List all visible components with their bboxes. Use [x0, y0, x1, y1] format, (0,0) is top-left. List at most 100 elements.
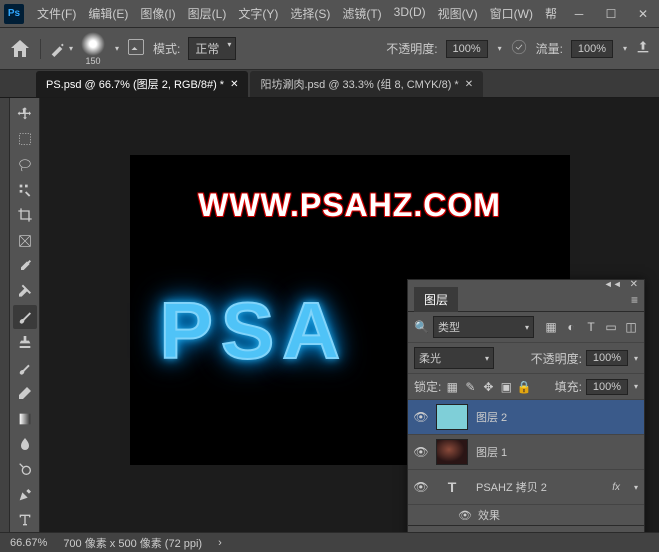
- effects-label: 效果: [478, 507, 500, 523]
- lock-artboard-icon[interactable]: ▣: [499, 380, 513, 394]
- blend-opacity-row: 柔光▾ 不透明度: 100% ▾: [408, 343, 644, 374]
- lock-position-icon[interactable]: ✥: [481, 380, 495, 394]
- close-button[interactable]: ✕: [631, 4, 655, 24]
- menu-help[interactable]: 帮: [540, 2, 562, 25]
- search-icon[interactable]: 🔍: [414, 320, 429, 334]
- main-artwork-text: PSA: [160, 285, 349, 377]
- flow-input[interactable]: 100%: [571, 40, 613, 58]
- layer-row[interactable]: 👁 T PSAHZ 拷贝 2 fx ▾: [408, 470, 644, 505]
- tool-bar: [10, 98, 40, 532]
- layer-opacity-label: 不透明度:: [531, 350, 582, 367]
- collapse-icon[interactable]: ◄◄: [604, 279, 622, 289]
- home-icon[interactable]: [8, 37, 32, 61]
- magic-wand-tool[interactable]: [13, 178, 37, 201]
- close-icon[interactable]: ✕: [465, 79, 473, 90]
- window-controls: ─ ☐ ✕: [567, 4, 655, 24]
- close-icon[interactable]: ✕: [230, 79, 238, 90]
- blend-mode-select[interactable]: 正常▾: [188, 37, 236, 60]
- pressure-opacity-icon[interactable]: [510, 38, 528, 59]
- chevron-down-icon[interactable]: ▾: [634, 382, 638, 391]
- crop-tool[interactable]: [13, 204, 37, 227]
- chevron-down-icon[interactable]: ▾: [115, 44, 119, 53]
- mode-label: 模式:: [153, 40, 180, 57]
- healing-tool[interactable]: [13, 280, 37, 303]
- layer-name[interactable]: PSAHZ 拷贝 2: [476, 479, 604, 495]
- document-dimensions[interactable]: 700 像素 x 500 像素 (72 ppi): [63, 535, 202, 551]
- options-bar: ▾ 150 ▾ 模式: 正常▾ 不透明度: 100% ▾ 流量: 100% ▾: [0, 28, 659, 70]
- visibility-icon[interactable]: 👁: [414, 480, 428, 494]
- tool-preset-icon[interactable]: ▾: [49, 41, 73, 57]
- panel-menu-icon[interactable]: ≡: [631, 293, 638, 307]
- menu-window[interactable]: 窗口(W): [485, 2, 538, 25]
- filter-smart-icon[interactable]: ◫: [624, 320, 638, 334]
- layer-name[interactable]: 图层 1: [476, 444, 638, 460]
- effects-row[interactable]: 👁 效果: [408, 505, 644, 525]
- menu-file[interactable]: 文件(F): [32, 2, 81, 25]
- lock-all-icon[interactable]: 🔒: [517, 380, 531, 394]
- chevron-down-icon[interactable]: ▾: [634, 354, 638, 363]
- blur-tool[interactable]: [13, 432, 37, 455]
- eraser-tool[interactable]: [13, 381, 37, 404]
- collapsed-palette[interactable]: [0, 98, 10, 532]
- tab-active[interactable]: PS.psd @ 66.7% (图层 2, RGB/8#) *✕: [36, 71, 248, 97]
- lasso-tool[interactable]: [13, 153, 37, 176]
- brush-panel-icon[interactable]: [127, 38, 145, 59]
- history-brush-tool[interactable]: [13, 356, 37, 379]
- layer-opacity-input[interactable]: 100%: [586, 350, 628, 366]
- visibility-icon[interactable]: 👁: [458, 509, 472, 522]
- visibility-icon[interactable]: 👁: [414, 410, 428, 424]
- close-icon[interactable]: ✕: [630, 279, 638, 290]
- menu-3d[interactable]: 3D(D): [389, 2, 431, 25]
- visibility-icon[interactable]: 👁: [414, 445, 428, 459]
- filter-type-select[interactable]: 类型▾: [433, 316, 534, 338]
- layer-thumbnail[interactable]: T: [436, 474, 468, 500]
- zoom-level[interactable]: 66.67%: [10, 537, 47, 549]
- layer-thumbnail[interactable]: [436, 439, 468, 465]
- menu-select[interactable]: 选择(S): [285, 2, 335, 25]
- menu-layer[interactable]: 图层(L): [183, 2, 232, 25]
- chevron-down-icon[interactable]: ▾: [623, 44, 627, 53]
- menu-text[interactable]: 文字(Y): [233, 2, 283, 25]
- menu-filter[interactable]: 滤镜(T): [337, 2, 386, 25]
- lock-pixels-icon[interactable]: ▦: [445, 380, 459, 394]
- dodge-tool[interactable]: [13, 458, 37, 481]
- move-tool[interactable]: [13, 102, 37, 125]
- menu-view[interactable]: 视图(V): [433, 2, 483, 25]
- lock-brush-icon[interactable]: ✎: [463, 380, 477, 394]
- layer-row[interactable]: 👁 图层 1: [408, 435, 644, 470]
- marquee-tool[interactable]: [13, 127, 37, 150]
- type-tool[interactable]: [13, 509, 37, 532]
- pen-tool[interactable]: [13, 483, 37, 506]
- maximize-button[interactable]: ☐: [599, 4, 623, 24]
- frame-tool[interactable]: [13, 229, 37, 252]
- opacity-input[interactable]: 100%: [446, 40, 488, 58]
- brush-preview[interactable]: 150: [81, 32, 105, 66]
- tab-inactive[interactable]: 阳坊涮肉.psd @ 33.3% (组 8, CMYK/8) *✕: [250, 71, 483, 97]
- layer-row[interactable]: 👁 图层 2: [408, 400, 644, 435]
- layer-blend-select[interactable]: 柔光▾: [414, 347, 494, 369]
- status-menu-icon[interactable]: ›: [218, 537, 222, 549]
- title-bar: Ps 文件(F) 编辑(E) 图像(I) 图层(L) 文字(Y) 选择(S) 滤…: [0, 0, 659, 28]
- fx-badge[interactable]: fx: [612, 482, 620, 493]
- layer-name[interactable]: 图层 2: [476, 409, 638, 425]
- brush-tool[interactable]: [13, 305, 37, 328]
- minimize-button[interactable]: ─: [567, 4, 591, 24]
- layer-filter-row: 🔍 类型▾ ▦ ◐ T ▭ ◫: [408, 312, 644, 343]
- filter-image-icon[interactable]: ▦: [544, 320, 558, 334]
- filter-text-icon[interactable]: T: [584, 320, 598, 334]
- share-icon[interactable]: [635, 39, 651, 58]
- fill-input[interactable]: 100%: [586, 379, 628, 395]
- chevron-down-icon[interactable]: ▾: [498, 44, 502, 53]
- filter-adjust-icon[interactable]: ◐: [564, 320, 578, 334]
- eyedropper-tool[interactable]: [13, 254, 37, 277]
- layer-thumbnail[interactable]: [436, 404, 468, 430]
- divider: [40, 39, 41, 59]
- chevron-down-icon[interactable]: ▾: [634, 483, 638, 492]
- stamp-tool[interactable]: [13, 331, 37, 354]
- filter-shape-icon[interactable]: ▭: [604, 320, 618, 334]
- menu-edit[interactable]: 编辑(E): [83, 2, 133, 25]
- layers-panel: ◄◄ ✕ 图层 ≡ 🔍 类型▾ ▦ ◐ T ▭ ◫ 柔光▾ 不透明度: 100%…: [407, 279, 645, 552]
- layers-tab[interactable]: 图层: [414, 287, 458, 312]
- gradient-tool[interactable]: [13, 407, 37, 430]
- menu-image[interactable]: 图像(I): [135, 2, 180, 25]
